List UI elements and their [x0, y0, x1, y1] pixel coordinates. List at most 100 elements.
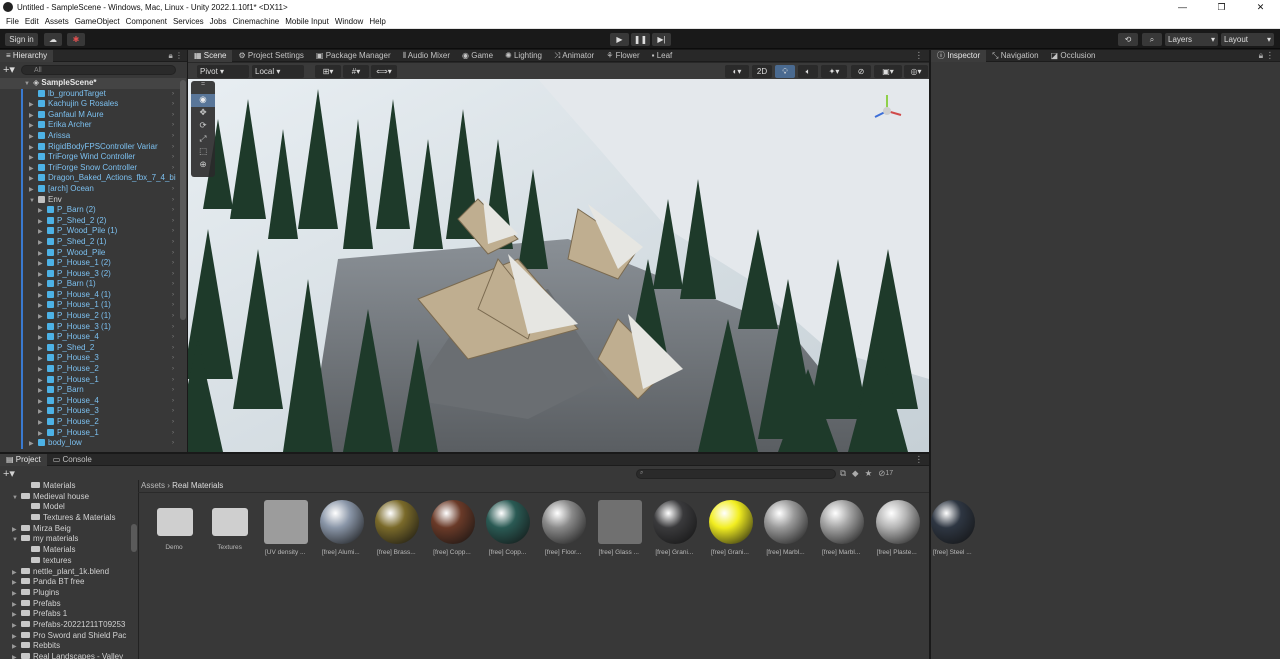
camera-settings-icon[interactable]: ▣▾	[874, 65, 902, 78]
hierarchy-item[interactable]: ▶ P_House_1 (1) ›	[0, 300, 186, 312]
hierarchy-item[interactable]: ▶ P_House_1 ›	[0, 374, 186, 386]
asset-item[interactable]: [free] Glass ...	[592, 500, 648, 575]
menu-assets[interactable]: Assets	[45, 17, 69, 26]
cloud-icon[interactable]: ☁	[44, 33, 62, 46]
hierarchy-item[interactable]: ▶ Dragon_Baked_Actions_fbx_7_4_bi ›	[0, 173, 186, 184]
open-prefab-icon[interactable]: ›	[172, 173, 174, 184]
hierarchy-item[interactable]: ▶ TriForge Wind Controller ›	[0, 152, 186, 163]
tab-lighting[interactable]: ✺ Lighting	[499, 50, 548, 62]
grid-icon[interactable]: #▾	[343, 65, 369, 78]
hierarchy-item[interactable]: ▶ P_House_4 ›	[0, 395, 186, 407]
hierarchy-item[interactable]: ▶ P_House_2 ›	[0, 417, 186, 428]
hierarchy-search-input[interactable]: All	[20, 64, 176, 75]
close-button[interactable]: ✕	[1241, 2, 1280, 13]
pivot-dropdown[interactable]: Pivot ▾	[197, 65, 249, 78]
asset-item[interactable]: [free] Marbl...	[759, 500, 815, 575]
menu-services[interactable]: Services	[173, 17, 204, 26]
grid-snap-icon[interactable]: ⊞▾	[315, 65, 341, 78]
asset-item[interactable]: [free] Steel ...	[925, 500, 981, 575]
hierarchy-item[interactable]: ▼ Env ›	[0, 194, 186, 206]
search-icon[interactable]: ⌕	[1142, 33, 1162, 46]
hierarchy-item[interactable]: ▶ P_Wood_Pile ›	[0, 247, 186, 259]
project-folder-item[interactable]: ▶ Real Landscapes - Valley	[0, 652, 138, 659]
hierarchy-item[interactable]: lb_groundTarget ›	[0, 88, 186, 100]
hierarchy-item[interactable]: ▶ Arissa ›	[0, 130, 186, 142]
project-folder-item[interactable]: ▶ Panda BT free	[0, 577, 138, 588]
project-folder-item[interactable]: Textures & Materials	[0, 513, 138, 524]
hierarchy-item[interactable]: ▶ [arch] Ocean ›	[0, 183, 186, 195]
play-button[interactable]: ▶	[610, 33, 629, 46]
open-prefab-icon[interactable]: ›	[172, 89, 174, 100]
open-prefab-icon[interactable]: ›	[172, 110, 174, 121]
hierarchy-item[interactable]: ▶ P_House_3 ›	[0, 406, 186, 417]
lock-icon[interactable]: 🔒︎ ⋮	[169, 51, 183, 61]
project-folder-item[interactable]: ▶ Prefabs 1	[0, 609, 138, 620]
layers-dropdown[interactable]: Layers ▾	[1165, 33, 1218, 46]
open-prefab-icon[interactable]: ›	[172, 248, 174, 259]
tab-flower[interactable]: ⚘ Flower	[600, 50, 645, 62]
asset-item[interactable]: [free] Grani...	[647, 500, 703, 575]
tab-console[interactable]: ▭ Console	[47, 454, 98, 466]
open-prefab-icon[interactable]: ›	[172, 343, 174, 354]
open-prefab-icon[interactable]: ›	[172, 428, 174, 439]
menu-cinemachine[interactable]: Cinemachine	[233, 17, 280, 26]
project-folder-item[interactable]: ▶ Plugins	[0, 588, 138, 599]
open-prefab-icon[interactable]: ›	[172, 226, 174, 237]
hierarchy-item[interactable]: ▶ RigidBodyFPSController Variar ›	[0, 141, 186, 153]
hierarchy-item[interactable]: ▶ body_low ›	[0, 438, 186, 449]
sign-in-button[interactable]: Sign in	[5, 33, 38, 46]
hierarchy-item[interactable]: ▶ P_House_3 ›	[0, 353, 186, 365]
project-more-icon[interactable]: ⋮	[915, 454, 924, 465]
tab-game[interactable]: ◉ Game	[456, 50, 499, 62]
open-prefab-icon[interactable]: ›	[172, 205, 174, 216]
search-by-label-icon[interactable]: ◆	[852, 468, 859, 479]
tab-animator[interactable]: ⤨ Animator	[548, 50, 600, 62]
lighting-toggle-icon[interactable]: 💡︎	[775, 65, 795, 78]
open-prefab-icon[interactable]: ›	[172, 131, 174, 142]
draw-mode-icon[interactable]: ◐▾	[725, 65, 749, 78]
asset-item[interactable]: [free] Plaste...	[870, 500, 926, 575]
asset-item[interactable]: [free] Marbl...	[814, 500, 870, 575]
rect-tool-icon[interactable]: ⬚	[191, 146, 215, 159]
menu-mobile-input[interactable]: Mobile Input	[285, 17, 329, 26]
expand-arrow-icon[interactable]: ▶	[29, 439, 38, 450]
hierarchy-item[interactable]: ▶ P_House_1 (2) ›	[0, 258, 186, 269]
project-folder-item[interactable]: ▶ Pro Sword and Shield Pac	[0, 631, 138, 642]
move-tool-icon[interactable]: ✥	[191, 107, 215, 120]
project-add-icon[interactable]: +▾	[3, 467, 15, 480]
increment-snap-icon[interactable]: ⟺▾	[371, 65, 397, 78]
open-prefab-icon[interactable]: ›	[172, 152, 174, 163]
asset-item[interactable]: [free] Copp...	[425, 500, 481, 575]
hierarchy-item[interactable]: ▶ P_House_2 (1) ›	[0, 311, 186, 322]
project-folder-item[interactable]: Model	[0, 502, 138, 513]
hierarchy-item[interactable]: ▶ P_House_4 (1) ›	[0, 289, 186, 301]
hierarchy-item[interactable]: ▶ P_Barn (2) ›	[0, 205, 186, 216]
hierarchy-item[interactable]: ▶ P_Shed_2 (1) ›	[0, 236, 186, 248]
more-options-icon[interactable]: ⋮	[915, 50, 924, 61]
gizmos-icon[interactable]: ◎▾	[904, 65, 928, 78]
open-prefab-icon[interactable]: ›	[172, 184, 174, 195]
layout-dropdown[interactable]: Layout ▾	[1221, 33, 1274, 46]
tab-occlusion[interactable]: ◪ Occlusion	[1045, 50, 1102, 62]
project-folder-item[interactable]: ▶ Rebbits	[0, 641, 138, 652]
open-prefab-icon[interactable]: ›	[172, 353, 174, 364]
hierarchy-item[interactable]: ▶ P_House_2 ›	[0, 364, 186, 375]
open-prefab-icon[interactable]: ›	[172, 417, 174, 428]
scene-viewport[interactable]: = ◉ ✥ ⟳ ⤢ ⬚ ⊕	[188, 79, 929, 452]
minimize-button[interactable]: —	[1163, 2, 1202, 13]
transform-tool-icon[interactable]: ⊕	[191, 159, 215, 172]
add-icon[interactable]: +▾	[3, 63, 15, 76]
open-prefab-icon[interactable]: ›	[172, 406, 174, 417]
audio-toggle-icon[interactable]: 🔈︎	[798, 65, 818, 78]
local-dropdown[interactable]: Local ▾	[252, 65, 304, 78]
hidden-objects-icon[interactable]: ⊘	[851, 65, 871, 78]
project-folder-item[interactable]: Materials	[0, 481, 138, 492]
hierarchy-item[interactable]: ▶ P_House_3 (2) ›	[0, 268, 186, 280]
project-folder-item[interactable]: Materials	[0, 545, 138, 556]
menu-window[interactable]: Window	[335, 17, 363, 26]
asset-item[interactable]: Textures	[203, 500, 259, 575]
hierarchy-item[interactable]: ▶ Kachujin G Rosales ›	[0, 99, 186, 110]
tab-inspector[interactable]: ⓘ Inspector	[931, 49, 987, 62]
breadcrumb-real-materials[interactable]: Real Materials	[172, 481, 223, 490]
hierarchy-item[interactable]: ▶ P_House_1 ›	[0, 427, 186, 439]
